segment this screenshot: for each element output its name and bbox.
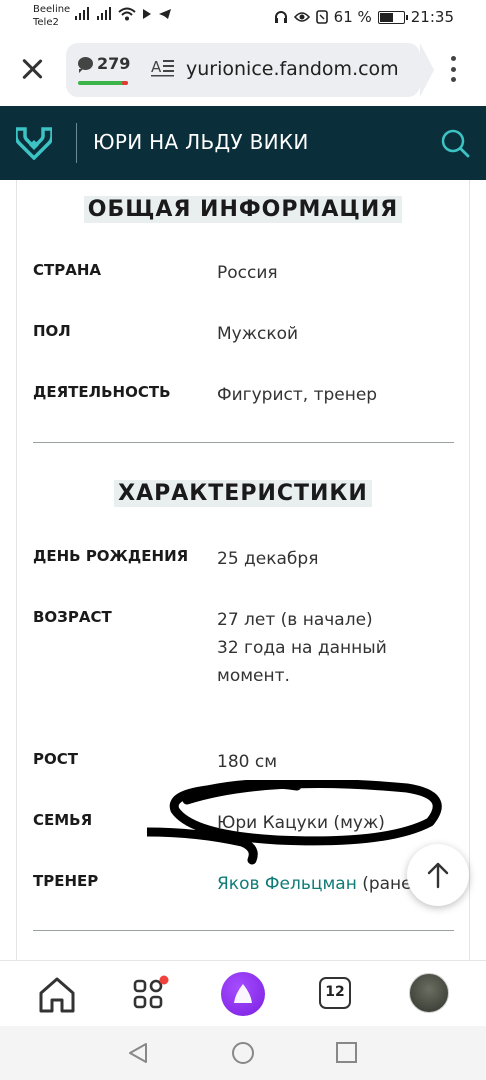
label-age: ВОЗРАСТ [33, 608, 112, 626]
tabs-button[interactable]: 12 [319, 977, 351, 1009]
infobox: ОБЩАЯ ИНФОРМАЦИЯ СТРАНА Россия ПОЛ Мужск… [16, 180, 470, 960]
alice-assistant-button[interactable] [221, 972, 265, 1016]
age-line-2: 32 года на данный [217, 638, 387, 658]
scroll-to-top-button[interactable] [407, 844, 469, 906]
value-age: 27 лет (в начале) 32 года на данный моме… [217, 606, 387, 690]
nfc-icon [315, 10, 328, 24]
status-icons-right: 61 % 21:35 [274, 8, 454, 26]
signal-icon [75, 7, 89, 20]
section-title-general: ОБЩАЯ ИНФОРМАЦИЯ [17, 196, 469, 223]
eye-icon [293, 12, 310, 22]
label-coach: ТРЕНЕР [33, 872, 99, 890]
value-birthday: 25 декабря [217, 549, 319, 569]
carrier-names: Beeline Tele2 [33, 3, 70, 29]
arrow-up-icon [427, 862, 449, 889]
wiki-title[interactable]: ЮРИ НА ЛЬДУ ВИКИ [93, 130, 309, 154]
more-menu-icon[interactable] [450, 56, 456, 82]
alice-icon [234, 984, 252, 1003]
label-family: СЕМЬЯ [33, 811, 93, 829]
carrier-1: Beeline [33, 4, 71, 15]
clock: 21:35 [410, 8, 454, 26]
value-occupation: Фигурист, тренер [217, 385, 378, 405]
label-birthday: ДЕНЬ РОЖДЕНИЯ [33, 547, 189, 565]
url-text[interactable]: yurionice.fandom.com [186, 58, 399, 80]
label-occupation: ДЕЯТЕЛЬНОСТЬ [33, 383, 171, 401]
wiki-header: ЮРИ НА ЛЬДУ ВИКИ [0, 106, 486, 180]
headphones-icon [274, 11, 287, 23]
age-line-1: 27 лет (в начале) [217, 610, 373, 630]
wifi-icon [118, 7, 136, 21]
value-height: 180 см [217, 752, 278, 772]
comments-counter[interactable]: 279 [78, 54, 130, 73]
search-icon[interactable] [440, 128, 470, 158]
value-country: Россия [217, 263, 278, 283]
recents-icon[interactable] [335, 1041, 359, 1065]
battery-percent: 61 % [333, 8, 372, 26]
back-icon[interactable] [126, 1041, 150, 1065]
address-bar[interactable]: 279 A yurionice.fandom.com [66, 43, 434, 97]
signal-icon [97, 7, 111, 20]
section-divider [33, 442, 454, 443]
avatar[interactable] [409, 973, 449, 1013]
browser-toolbar: 279 A yurionice.fandom.com [0, 34, 486, 106]
home-circle-icon[interactable] [231, 1041, 255, 1065]
header-divider [76, 123, 77, 163]
section-title-traits: ХАРАКТЕРИСТИКИ [17, 480, 469, 507]
fandom-logo-icon[interactable] [16, 126, 52, 160]
close-icon[interactable] [19, 56, 45, 82]
age-line-3: момент. [217, 666, 290, 686]
rating-negative-segment [122, 81, 128, 85]
svg-text:A: A [151, 58, 162, 76]
section-divider [33, 930, 454, 931]
value-gender: Мужской [217, 324, 299, 344]
home-icon[interactable] [35, 973, 79, 1017]
comment-rating-bar [78, 81, 128, 85]
label-country: СТРАНА [33, 261, 102, 279]
play-icon [143, 9, 151, 19]
comment-bubble-icon [78, 57, 93, 73]
comment-count: 279 [97, 54, 131, 73]
telegram-icon [159, 9, 171, 19]
status-bar: Beeline Tele2 61 % 21:35 [0, 0, 486, 34]
apps-grid-icon[interactable] [127, 973, 171, 1017]
system-navigation-bar [0, 1026, 486, 1080]
label-gender: ПОЛ [33, 322, 71, 340]
carrier-2: Tele2 [33, 17, 59, 28]
label-height: РОСТ [33, 750, 78, 768]
battery-fill [379, 12, 393, 22]
reader-mode-icon[interactable]: A [151, 57, 175, 81]
status-icons-left [74, 7, 172, 21]
bottom-navigation: 12 [0, 960, 486, 1026]
battery-icon [377, 10, 408, 24]
